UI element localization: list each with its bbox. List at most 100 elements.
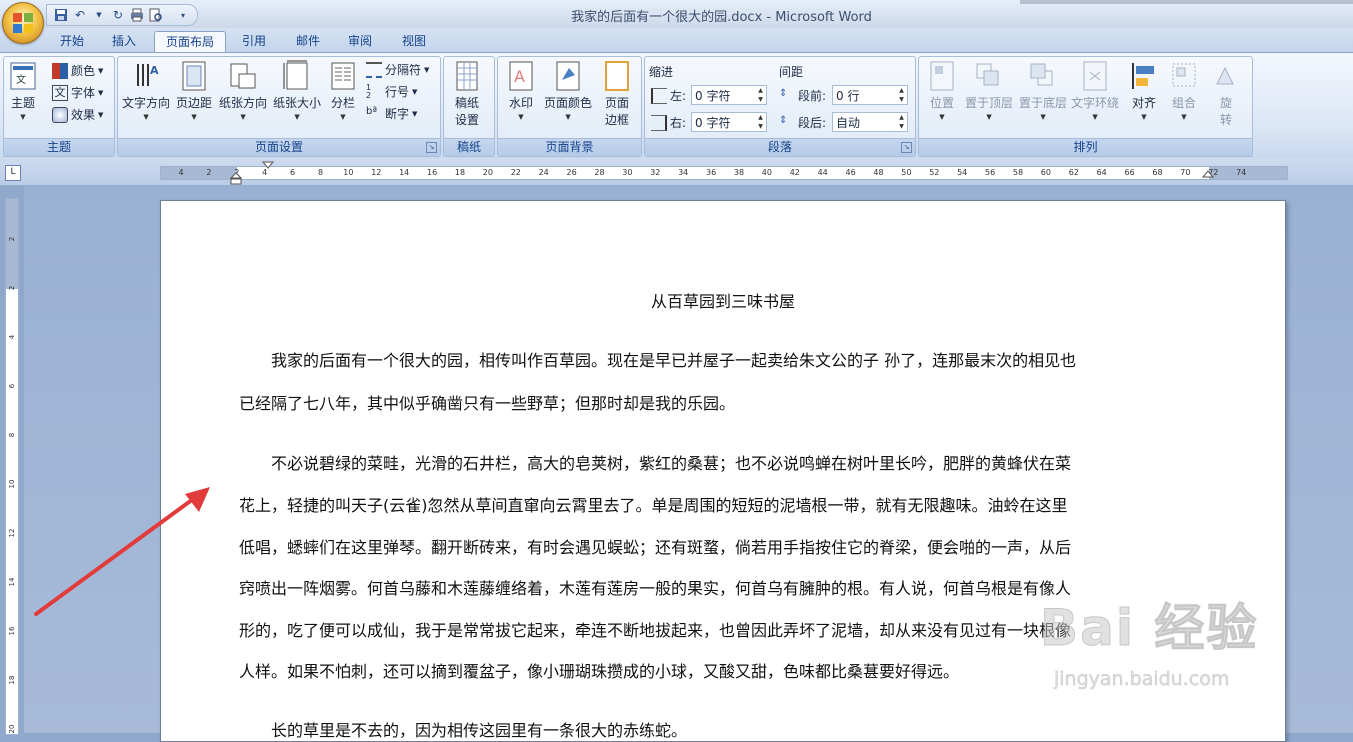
ruler-tick-label: 44 [817, 168, 828, 177]
indent-left-label: 左: [651, 87, 686, 104]
title-bar-shadow [1020, 0, 1353, 4]
columns-button[interactable]: 分栏 ▼ [328, 60, 358, 121]
spacing-after-input[interactable]: 自动 ▲ ▼ [832, 112, 908, 132]
orientation-icon [230, 63, 256, 89]
ruler-tick-label: 28 [594, 168, 605, 177]
page-background-group: A 水印 ▼ 页面颜色 ▼ 页面 边框 页面背景 [497, 56, 642, 157]
group-objects-button[interactable]: 组合 ▼ [1169, 60, 1199, 121]
tab-page-layout[interactable]: 页面布局 [154, 31, 226, 53]
ribbon-tabs: 开始 插入 页面布局 引用 邮件 审阅 视图 [0, 28, 1353, 53]
spacing-after-icon: ⇕ [779, 114, 788, 126]
group-icon [1172, 63, 1196, 87]
draft-settings-button[interactable]: 稿纸 设置 [452, 60, 482, 128]
paragraph-launcher-icon[interactable]: ↘ [901, 142, 912, 153]
breaks-button[interactable]: 分隔符 ▼ [366, 61, 429, 78]
hyphenation-button[interactable]: bª 断字 ▼ [366, 105, 417, 122]
page-setup-launcher-icon[interactable]: ↘ [426, 142, 437, 153]
text-direction-button[interactable]: A 文字方向 ▼ [122, 60, 170, 121]
ruler-tick-label: 34 [678, 168, 689, 177]
tab-view[interactable]: 视图 [392, 31, 436, 52]
watermark-button[interactable]: A 水印 ▼ [506, 60, 536, 121]
theme-fonts-button[interactable]: 文字体 ▼ [52, 84, 103, 101]
effects-icon [52, 106, 68, 123]
text-line: 已经隔了七八年，其中似乎确凿只有一些野草；但那时却是我的乐园。 [239, 394, 736, 413]
ruler-left-margin [161, 167, 237, 179]
spacing-before-spinner-icon[interactable]: ▲ ▼ [896, 86, 907, 104]
position-icon [930, 61, 954, 91]
ruler-tick-label: 22 [510, 168, 521, 177]
orientation-button[interactable]: 纸张方向 ▼ [219, 60, 267, 121]
ruler-tick-label: 2 [206, 168, 212, 177]
breaks-icon [366, 61, 382, 78]
line-numbers-icon: 12 [366, 82, 372, 100]
spacing-after-spinner-icon[interactable]: ▲ ▼ [896, 113, 907, 131]
align-icon [1132, 63, 1154, 89]
position-button[interactable]: 位置 ▼ [927, 60, 957, 121]
size-button[interactable]: 纸张大小 ▼ [273, 60, 321, 121]
bring-to-front-button[interactable]: 置于顶层 ▼ [965, 60, 1013, 121]
ruler-tick-label: 40 [761, 168, 772, 177]
send-to-back-button[interactable]: 置于底层 ▼ [1019, 60, 1067, 121]
tab-insert[interactable]: 插入 [102, 31, 146, 52]
theme-colors-button[interactable]: 颜色 ▼ [52, 62, 103, 79]
ruler-tick-label: 38 [733, 168, 745, 177]
tab-selector-icon[interactable]: L [5, 165, 21, 181]
draft-group: 稿纸 设置 稿纸 [443, 56, 495, 157]
document-title: 从百草园到三味书屋 [650, 292, 795, 311]
vertical-ruler-tick-label: 18 [8, 675, 16, 685]
columns-icon [331, 62, 355, 90]
ruler-tick-label: 24 [538, 168, 549, 177]
ruler-tick-label: 12 [371, 168, 382, 177]
theme-effects-button[interactable]: 效果 ▼ [52, 106, 103, 123]
ruler-tick-label: 10 [343, 168, 354, 177]
indent-left-input[interactable]: 0 字符 ▲ ▼ [691, 85, 767, 105]
send-to-back-icon [1030, 63, 1053, 86]
themes-group: 文 主题 ▼ 颜色 ▼ 文字体 ▼ 效果 ▼ 主题 [3, 56, 115, 157]
spacing-after-label: ⇕ 段后: [779, 114, 827, 131]
page-setup-group-label: 页面设置 [118, 138, 440, 156]
paragraph-group-label: 段落 [645, 138, 915, 156]
svg-text:A: A [514, 67, 525, 86]
arrange-group: 位置 ▼ 置于顶层 ▼ 置于底层 ▼ 文字环绕 ▼ 对齐 ▼ 组合 ▼ 旋 转 排列 [918, 56, 1253, 157]
themes-group-label: 主题 [4, 138, 114, 156]
ruler-tick-label: 68 [1152, 168, 1163, 177]
indent-right-spinner-icon[interactable]: ▲ ▼ [755, 113, 766, 131]
margins-button[interactable]: 页边距 ▼ [176, 60, 212, 121]
indent-left-spinner-icon[interactable]: ▲ ▼ [755, 86, 766, 104]
right-indent-marker-icon[interactable] [1202, 170, 1214, 178]
baidu-jingyan-watermark: Bai 经验 jingyan.baidu.com [1039, 588, 1340, 708]
watermark-brand: Bai 经验 [1039, 599, 1259, 658]
ruler-tick-label: 54 [957, 168, 968, 177]
office-button[interactable] [2, 2, 44, 44]
ruler-tick-label: 60 [1040, 168, 1051, 177]
tab-review[interactable]: 审阅 [338, 31, 382, 52]
ruler-tick-label: 16 [427, 168, 438, 177]
ruler-tick-label: 70 [1180, 168, 1191, 177]
align-button[interactable]: 对齐 ▼ [1129, 60, 1159, 121]
tab-references[interactable]: 引用 [232, 31, 276, 52]
ruler-tick-label: 8 [317, 168, 324, 177]
ruler-tick-label: 50 [901, 168, 912, 177]
text-wrapping-button[interactable]: 文字环绕 ▼ [1071, 60, 1119, 121]
page-color-button[interactable]: 页面颜色 ▼ [544, 60, 592, 121]
indent-right-input[interactable]: 0 字符 ▲ ▼ [691, 112, 767, 132]
themes-button[interactable]: 文 主题 ▼ [8, 60, 38, 121]
page-borders-button[interactable]: 页面 边框 [602, 60, 632, 128]
spacing-before-label: ⇕ 段前: [779, 87, 827, 104]
vertical-ruler-tick-label: 6 [8, 383, 16, 389]
left-indent-marker-icon[interactable] [230, 172, 242, 186]
vertical-ruler-tick-label: 4 [8, 334, 16, 340]
horizontal-ruler[interactable]: 4 2 2 4 6 8 10 12 14 16 18 20 22 24 26 28 30 32 34 36 38 40 42… [160, 166, 1288, 180]
indent-left-icon [651, 87, 667, 104]
spacing-before-input[interactable]: 0 行 ▲ ▼ [832, 85, 908, 105]
rotate-button[interactable]: 旋 转 [1211, 60, 1241, 128]
vertical-ruler-tick-label: 2 [8, 285, 16, 291]
ribbon: 文 主题 ▼ 颜色 ▼ 文字体 ▼ 效果 ▼ 主题 A 文字方向 ▼ 页边距 ▼ 纸张方向… [0, 52, 1353, 160]
vertical-ruler[interactable]: 2 2 4 6 8 10 12 14 16 18 20 [5, 198, 19, 735]
indent-right-icon [651, 114, 667, 131]
tab-home[interactable]: 开始 [50, 31, 94, 52]
line-numbers-button[interactable]: 1 2 行号 ▼ [366, 83, 417, 100]
tab-mailings[interactable]: 邮件 [286, 31, 330, 52]
first-line-indent-icon[interactable] [262, 161, 274, 169]
ruler-tick-label: 30 [622, 168, 633, 177]
